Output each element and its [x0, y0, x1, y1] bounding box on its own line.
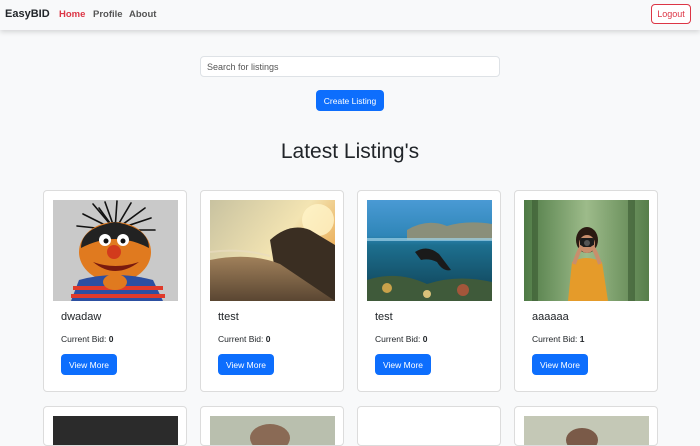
current-bid-value: 1: [579, 334, 585, 344]
listing-card: [43, 406, 187, 446]
current-bid-label: Current Bid:: [218, 334, 264, 344]
listing-photo: [210, 416, 335, 445]
listing-title: dwadaw: [61, 311, 102, 323]
listing-card: [200, 406, 344, 446]
current-bid-label: Current Bid:: [375, 334, 421, 344]
logout-button[interactable]: Logout: [651, 4, 691, 24]
listing-photo: [53, 416, 178, 445]
page-title: Latest Listing's: [280, 140, 420, 163]
current-bid-label: Current Bid:: [532, 334, 578, 344]
listing-card: [357, 406, 501, 446]
listing-card: test Current Bid: 0 View More: [357, 190, 501, 392]
listing-title: ttest: [218, 311, 239, 323]
current-bid-value: 0: [265, 334, 271, 344]
brand-logo[interactable]: EasyBID: [5, 8, 50, 20]
navbar: EasyBID Home Profile About Logout: [0, 0, 700, 30]
underwater-swimmer-photo: [367, 200, 492, 301]
nav-link-profile[interactable]: Profile: [93, 9, 123, 20]
view-more-button[interactable]: View More: [375, 354, 431, 375]
listing-photo: [524, 416, 649, 445]
listing-title: aaaaaa: [532, 311, 569, 323]
view-more-button[interactable]: View More: [532, 354, 588, 375]
view-more-button[interactable]: View More: [61, 354, 117, 375]
muppet-photo: [53, 200, 178, 301]
listing-card: dwadaw Current Bid: 0 View More: [43, 190, 187, 392]
nav-link-home[interactable]: Home: [59, 9, 85, 20]
current-bid: Current Bid: 0: [218, 334, 270, 344]
create-listing-button[interactable]: Create Listing: [316, 90, 384, 111]
listing-title: test: [375, 311, 393, 323]
listing-card: ttest Current Bid: 0 View More: [200, 190, 344, 392]
search-input[interactable]: [200, 56, 500, 77]
current-bid-label: Current Bid:: [61, 334, 107, 344]
view-more-button[interactable]: View More: [218, 354, 274, 375]
beach-sunset-photo: [210, 200, 335, 301]
current-bid-value: 0: [422, 334, 428, 344]
photographer-woman-photo: [524, 200, 649, 301]
nav-link-about[interactable]: About: [129, 9, 156, 20]
current-bid: Current Bid: 0: [61, 334, 113, 344]
current-bid: Current Bid: 0: [375, 334, 427, 344]
current-bid-value: 0: [108, 334, 114, 344]
current-bid: Current Bid: 1: [532, 334, 584, 344]
listing-card: [514, 406, 658, 446]
listing-card: aaaaaa Current Bid: 1 View More: [514, 190, 658, 392]
